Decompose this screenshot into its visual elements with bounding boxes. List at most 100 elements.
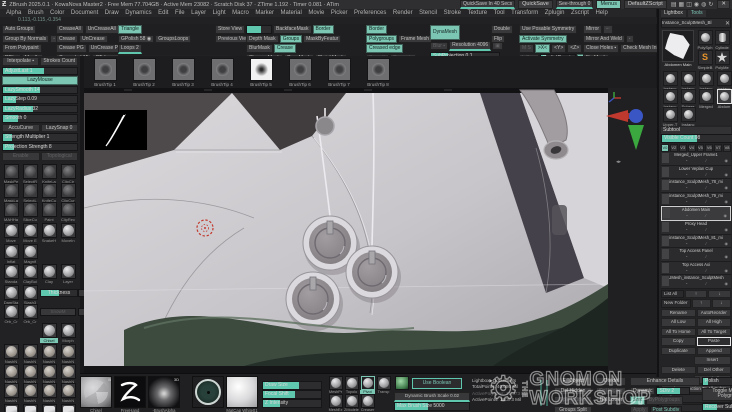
brush-thumb[interactable]: Orb_Cr [2, 303, 20, 324]
brush-thumb[interactable]: NashN [21, 382, 39, 403]
subtool-mini-icon[interactable]: ◔ [685, 158, 687, 163]
button-all-to-home[interactable]: All To Home [661, 327, 696, 337]
brushtip-3[interactable]: BrushTip 3 [168, 58, 198, 88]
button-store-view[interactable]: Store View [215, 25, 246, 34]
layout-icon[interactable]: ▦ [679, 2, 685, 8]
mini-topolo[interactable]: Topolo [344, 376, 359, 394]
button-paste[interactable]: Paste [696, 337, 731, 346]
instance-thumb[interactable]: Instanc [716, 71, 732, 91]
mini-transp[interactable]: Transp [376, 376, 391, 394]
menus-toggle[interactable]: Menus [596, 0, 621, 9]
button-loops-2[interactable]: Loops 2 [118, 44, 142, 54]
refresh-icon[interactable]: ↻ [708, 2, 713, 8]
apply-button[interactable]: Apply [630, 405, 649, 412]
button-accucurve[interactable]: AccuCurve [2, 123, 40, 132]
button-gpolish-58[interactable]: GPolish 58 ◉ [118, 34, 155, 43]
eye-icon[interactable]: ◉ [725, 241, 729, 246]
menu-color[interactable]: Color [50, 10, 64, 16]
brush-thumb[interactable]: PlanarE [40, 403, 58, 412]
button-resolution-4096[interactable]: Resolution 4096 [449, 41, 492, 51]
eye-icon[interactable]: ◉ [723, 213, 727, 218]
hand-icon[interactable]: ◫ [686, 2, 692, 8]
button-split-hidden[interactable]: Split Hidden [554, 396, 592, 405]
eye-icon[interactable]: ◉ [725, 185, 729, 190]
button-border[interactable]: Border [366, 25, 388, 34]
brush-thumb[interactable]: NashN [40, 363, 58, 384]
button-border[interactable]: Border [312, 25, 334, 34]
button-lazysnap-0[interactable]: LazySnap 0 [40, 123, 78, 132]
button-lazymouse[interactable]: LazyMouse [2, 76, 78, 85]
button-autoreorder[interactable]: AutoReorder [696, 308, 731, 318]
subtool-item[interactable]: Top Access Axi▰◔∕◉ [661, 261, 731, 276]
user-icon[interactable]: ◍ [701, 2, 706, 8]
slider-focal-shift[interactable]: Focal Shift [262, 390, 322, 399]
button-blur[interactable]: Blur ▪ [430, 41, 449, 50]
menu-layer[interactable]: Layer [191, 10, 206, 16]
eye-icon[interactable]: ◉ [725, 227, 729, 232]
subtool-mini-icon[interactable]: ◔ [685, 199, 687, 204]
brush-thumb[interactable]: Flatten [21, 403, 39, 412]
eye-icon[interactable]: ◉ [725, 281, 729, 286]
menu-picker[interactable]: Picker [331, 10, 348, 16]
chip-snowm[interactable]: SnowM [40, 307, 76, 316]
subtool-mini-icon[interactable]: ◔ [685, 241, 687, 246]
menu-marker[interactable]: Marker [255, 10, 274, 16]
button-y[interactable]: <Y> [551, 44, 567, 53]
brush-thumb[interactable]: Morph [59, 323, 77, 343]
brush-thumb[interactable]: Move [2, 223, 20, 243]
brushtip-4[interactable]: BrushTip 4 [207, 58, 237, 88]
menu-stencil[interactable]: Stencil [419, 10, 437, 16]
eye-icon[interactable]: ◉ [725, 199, 729, 204]
close-icon[interactable]: ✕ [725, 20, 730, 27]
enhance-details-button[interactable]: Enhance Details [630, 377, 700, 386]
subtool-mini-icon[interactable]: ◔ [685, 172, 687, 177]
menu-material[interactable]: Material [281, 10, 302, 16]
brush-thumb[interactable]: NashN [59, 344, 77, 364]
brush-thumb[interactable]: KnifeCu [40, 182, 58, 203]
menu-stroke[interactable]: Stroke [444, 10, 461, 16]
button-from-polypaint[interactable]: From Polypaint [2, 44, 42, 53]
eye-icon[interactable]: ◉ [725, 268, 729, 273]
button-del-lower[interactable]: Del Lower [596, 396, 626, 405]
button-crease-pg[interactable]: Crease PG [56, 44, 87, 53]
default-zscript-button[interactable]: DefaultZScript [623, 0, 667, 9]
slider-thickness[interactable]: Thickness [40, 288, 78, 298]
button-backfacemask[interactable]: BackfaceMask [273, 25, 312, 34]
brush-thumb[interactable]: Planar [59, 403, 77, 412]
button-crease[interactable]: Crease [273, 44, 296, 53]
brush-thumb[interactable]: SliceCu [21, 201, 39, 222]
slider-strength-multiplier-1[interactable]: Strength Multiplier 1 [2, 133, 78, 142]
mini-meshex[interactable]: MeshEx [328, 394, 343, 412]
menu-zplugin[interactable]: Zplugin [545, 10, 565, 16]
menu-movie[interactable]: Movie [308, 10, 324, 16]
vtab-v7[interactable]: V7 [714, 143, 723, 152]
subtool-item[interactable]: instance_SculptMesh_78_mi▰◔∕◉ [661, 179, 731, 193]
viewport-canvas[interactable]: ◂▸ [83, 88, 657, 374]
vtab-v3[interactable]: V3 [678, 143, 687, 152]
menu-file[interactable]: File [175, 10, 185, 16]
slider-blank[interactable] [246, 25, 272, 34]
button-group-by-normals[interactable]: Group By Normals [2, 34, 50, 43]
brushtip-5[interactable]: BrushTip 5 [246, 58, 276, 88]
subtool-mini-icon[interactable]: ∕ [706, 172, 707, 177]
subtool-mini-icon[interactable]: ∕ [706, 281, 707, 286]
instance-thumb[interactable]: Instanc [680, 107, 696, 127]
button-fillobject[interactable]: FillObject [554, 377, 592, 386]
button-crease[interactable]: Crease [56, 34, 79, 43]
button-groups-split[interactable]: Groups Split [554, 405, 592, 412]
brush-thumb[interactable]: Standa [2, 263, 20, 284]
brush-thumb[interactable]: Orb_Cr [21, 303, 39, 324]
brush-icon[interactable]: ◉ [694, 2, 699, 8]
subtool-mini-icon[interactable]: ◔ [685, 268, 687, 273]
menu-texture[interactable]: Texture [467, 10, 487, 16]
quicksave-button[interactable]: QuickSave [518, 0, 553, 9]
brush-thumb[interactable]: NashN [21, 344, 39, 364]
button-[interactable]: ▪▫ [603, 25, 613, 34]
brush-thumb[interactable]: NashN [2, 344, 20, 364]
brush-thumb[interactable]: hPolish [2, 403, 20, 412]
menu-zscript[interactable]: Zscript [571, 10, 589, 16]
menu-edit[interactable]: Edit [158, 10, 168, 16]
arrow-up-icon[interactable]: ↑ [684, 289, 708, 299]
subtool-mini-icon[interactable]: ∕ [706, 185, 707, 190]
mini-creaser[interactable]: Creaser [360, 394, 375, 412]
